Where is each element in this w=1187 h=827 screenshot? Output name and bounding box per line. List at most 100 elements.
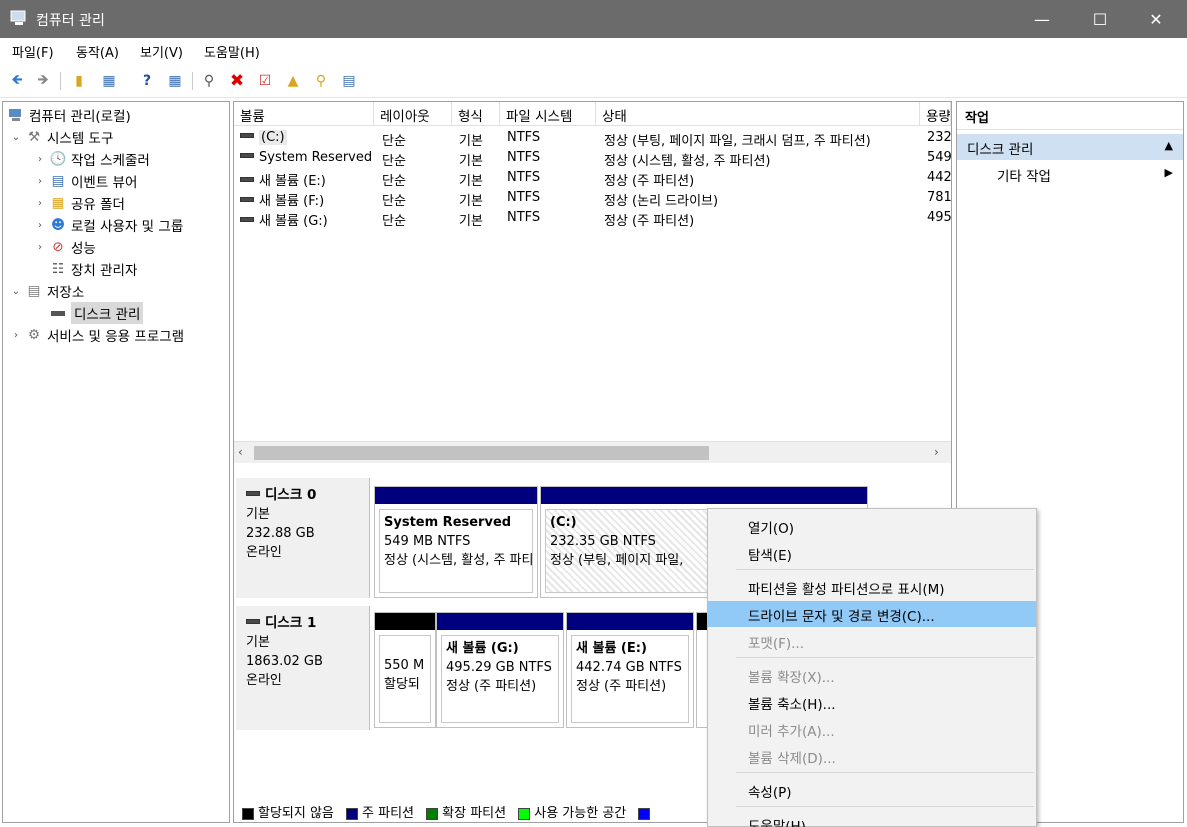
table-row[interactable]: (C:) 단순 기본 NTFS 정상 (부팅, 페이지 파일, 크래시 덤프, … bbox=[234, 128, 952, 149]
properties-icon[interactable]: ☑ bbox=[254, 70, 276, 92]
drive-icon bbox=[240, 153, 254, 158]
tree-item-services[interactable]: › ⚙ 서비스 및 응용 프로그램 bbox=[9, 324, 184, 346]
menu-item-help[interactable]: 도움말(H) bbox=[708, 811, 1036, 827]
actions-more-actions[interactable]: 기타 작업 ▶ bbox=[957, 162, 1183, 186]
partition-color-bar bbox=[437, 613, 563, 630]
delete-icon[interactable]: ✖ bbox=[226, 70, 248, 92]
menu-item-open[interactable]: 열기(O) bbox=[708, 513, 1036, 539]
tree-item-task-scheduler[interactable]: › 🕓 작업 스케줄러 bbox=[33, 148, 150, 170]
legend-swatch-free bbox=[518, 807, 531, 820]
scrollbar-thumb[interactable] bbox=[254, 446, 709, 460]
chevron-right-icon[interactable]: › bbox=[33, 154, 47, 165]
tree-item-event-viewer[interactable]: › ▤ 이벤트 뷰어 bbox=[33, 170, 137, 192]
tree-item-shared-folders[interactable]: › ▦ 공유 폴더 bbox=[33, 192, 125, 214]
minimize-button[interactable]: — bbox=[1019, 0, 1065, 38]
tree-item-system-tools[interactable]: ⌄ ⚒ 시스템 도구 bbox=[9, 126, 114, 148]
menu-separator bbox=[736, 569, 1034, 570]
disk-1-info[interactable]: 디스크 1 기본 1863.02 GB 온라인 bbox=[236, 606, 370, 730]
tree-item-storage[interactable]: ⌄ ▤ 저장소 bbox=[9, 280, 84, 302]
back-icon[interactable]: 🡸 bbox=[6, 70, 28, 92]
menu-action[interactable]: 동작(A) bbox=[76, 42, 119, 61]
drive-icon bbox=[240, 133, 254, 138]
partition-color-bar bbox=[541, 487, 867, 504]
partition-color-bar bbox=[697, 613, 707, 630]
chevron-right-icon[interactable]: › bbox=[33, 198, 47, 209]
tree-item-performance[interactable]: › ⊘ 성능 bbox=[33, 236, 96, 258]
partition-g[interactable]: 새 볼륨 (G:) 495.29 GB NTFS 정상 (주 파티션) bbox=[436, 612, 564, 728]
scroll-right-icon[interactable]: › bbox=[934, 445, 939, 459]
help-icon[interactable]: ? bbox=[136, 70, 158, 92]
title-bar: 컴퓨터 관리 — ☐ ✕ bbox=[0, 0, 1187, 38]
actions-title: 작업 bbox=[957, 102, 1183, 130]
chevron-down-icon[interactable]: ⌄ bbox=[9, 132, 23, 143]
tools-icon: ⚒ bbox=[27, 129, 41, 145]
table-row[interactable]: 새 볼륨 (G:) 단순 기본 NTFS 정상 (주 파티션) 495 bbox=[234, 208, 952, 229]
computer-management-icon bbox=[10, 10, 28, 26]
menu-item-explore[interactable]: 탐색(E) bbox=[708, 540, 1036, 566]
table-row[interactable]: System Reserved 단순 기본 NTFS 정상 (시스템, 활성, … bbox=[234, 148, 952, 169]
tree-item-local-users[interactable]: › ☻ 로컬 사용자 및 그룹 bbox=[33, 214, 183, 236]
close-button[interactable]: ✕ bbox=[1133, 0, 1179, 38]
menu-item-shrink-volume[interactable]: 볼륨 축소(H)... bbox=[708, 689, 1036, 715]
up-folder-icon[interactable]: ▮ bbox=[68, 70, 90, 92]
submenu-arrow-icon: ▶ bbox=[1164, 166, 1173, 179]
context-menu: 열기(O) 탐색(E) 파티션을 활성 파티션으로 표시(M) 드라이브 문자 … bbox=[707, 508, 1037, 827]
menu-item-change-drive-letter[interactable]: 드라이브 문자 및 경로 변경(C)... bbox=[708, 601, 1036, 627]
chevron-down-icon[interactable]: ⌄ bbox=[9, 286, 23, 297]
toolbar: 🡸 🡺 ▮ ▦ ? ▦ ⚲ ✖ ☑ ▲ ⚲ ▤ bbox=[0, 64, 1187, 98]
menu-item-delete-volume[interactable]: 볼륨 삭제(D)... bbox=[708, 743, 1036, 769]
column-status[interactable]: 상태 bbox=[596, 102, 920, 126]
menu-help[interactable]: 도움말(H) bbox=[204, 42, 260, 61]
partition-color-bar bbox=[375, 487, 537, 504]
tree-item-device-manager[interactable]: ☷ 장치 관리자 bbox=[47, 258, 137, 280]
maximize-button[interactable]: ☐ bbox=[1077, 0, 1123, 38]
collapse-arrow-icon[interactable]: ▲ bbox=[1165, 139, 1173, 152]
partition-e[interactable]: 새 볼륨 (E:) 442.74 GB NTFS 정상 (주 파티션) bbox=[566, 612, 694, 728]
column-filesystem[interactable]: 파일 시스템 bbox=[500, 102, 596, 126]
search-icon[interactable]: ⚲ bbox=[310, 70, 332, 92]
connect-icon[interactable]: ⚲ bbox=[198, 70, 220, 92]
partition-unallocated[interactable]: 550 M 할당되 bbox=[374, 612, 436, 728]
horizontal-scrollbar[interactable]: ‹ › bbox=[234, 441, 951, 463]
chevron-right-icon[interactable]: › bbox=[33, 242, 47, 253]
table-row[interactable]: 새 볼륨 (E:) 단순 기본 NTFS 정상 (주 파티션) 442 bbox=[234, 168, 952, 189]
disk-icon bbox=[246, 618, 260, 624]
chevron-right-icon[interactable]: › bbox=[9, 330, 23, 341]
show-hide-tree-icon[interactable]: ▦ bbox=[98, 70, 120, 92]
device-manager-icon: ☷ bbox=[51, 261, 65, 277]
partition-color-bar bbox=[567, 613, 693, 630]
tree-item-root[interactable]: 컴퓨터 관리(로컬) bbox=[5, 104, 131, 126]
clock-icon: 🕓 bbox=[49, 151, 67, 167]
show-hide-action-pane-icon[interactable]: ▦ bbox=[164, 70, 186, 92]
column-capacity[interactable]: 용량 bbox=[920, 102, 951, 126]
partition-system-reserved[interactable]: System Reserved 549 MB NTFS 정상 (시스템, 활성,… bbox=[374, 486, 538, 598]
tree-item-disk-management[interactable]: 디스크 관리 bbox=[47, 302, 144, 324]
toolbar-separator bbox=[60, 72, 61, 90]
list-header: 볼륨 레이아웃 형식 파일 시스템 상태 용량 bbox=[234, 102, 951, 126]
menu-item-properties[interactable]: 속성(P) bbox=[708, 777, 1036, 803]
forward-icon[interactable]: 🡺 bbox=[32, 70, 54, 92]
menu-item-add-mirror[interactable]: 미러 추가(A)... bbox=[708, 716, 1036, 742]
chevron-right-icon[interactable]: › bbox=[33, 176, 47, 187]
disk-0-info[interactable]: 디스크 0 기본 232.88 GB 온라인 bbox=[236, 478, 370, 598]
menu-view[interactable]: 보기(V) bbox=[140, 42, 183, 61]
actions-section-disk-management[interactable]: 디스크 관리 ▲ bbox=[957, 134, 1183, 160]
column-layout[interactable]: 레이아웃 bbox=[374, 102, 452, 126]
performance-icon: ⊘ bbox=[52, 239, 64, 255]
menu-item-extend-volume[interactable]: 볼륨 확장(X)... bbox=[708, 662, 1036, 688]
list-icon[interactable]: ▤ bbox=[338, 70, 360, 92]
scroll-left-icon[interactable]: ‹ bbox=[238, 445, 243, 459]
menu-item-format[interactable]: 포맷(F)... bbox=[708, 628, 1036, 654]
menu-file[interactable]: 파일(F) bbox=[12, 42, 54, 61]
menu-item-mark-active[interactable]: 파티션을 활성 파티션으로 표시(M) bbox=[708, 574, 1036, 600]
services-icon: ⚙ bbox=[27, 327, 41, 343]
folder-icon[interactable]: ▲ bbox=[282, 70, 304, 92]
column-type[interactable]: 형식 bbox=[452, 102, 500, 126]
column-volume[interactable]: 볼륨 bbox=[234, 102, 374, 126]
disk-icon bbox=[246, 490, 260, 496]
legend-swatch-extended bbox=[426, 807, 439, 820]
chevron-right-icon[interactable]: › bbox=[33, 220, 47, 231]
menu-separator bbox=[736, 806, 1034, 807]
event-log-icon: ▤ bbox=[51, 173, 65, 189]
table-row[interactable]: 새 볼륨 (F:) 단순 기본 NTFS 정상 (논리 드라이브) 781 bbox=[234, 188, 952, 209]
